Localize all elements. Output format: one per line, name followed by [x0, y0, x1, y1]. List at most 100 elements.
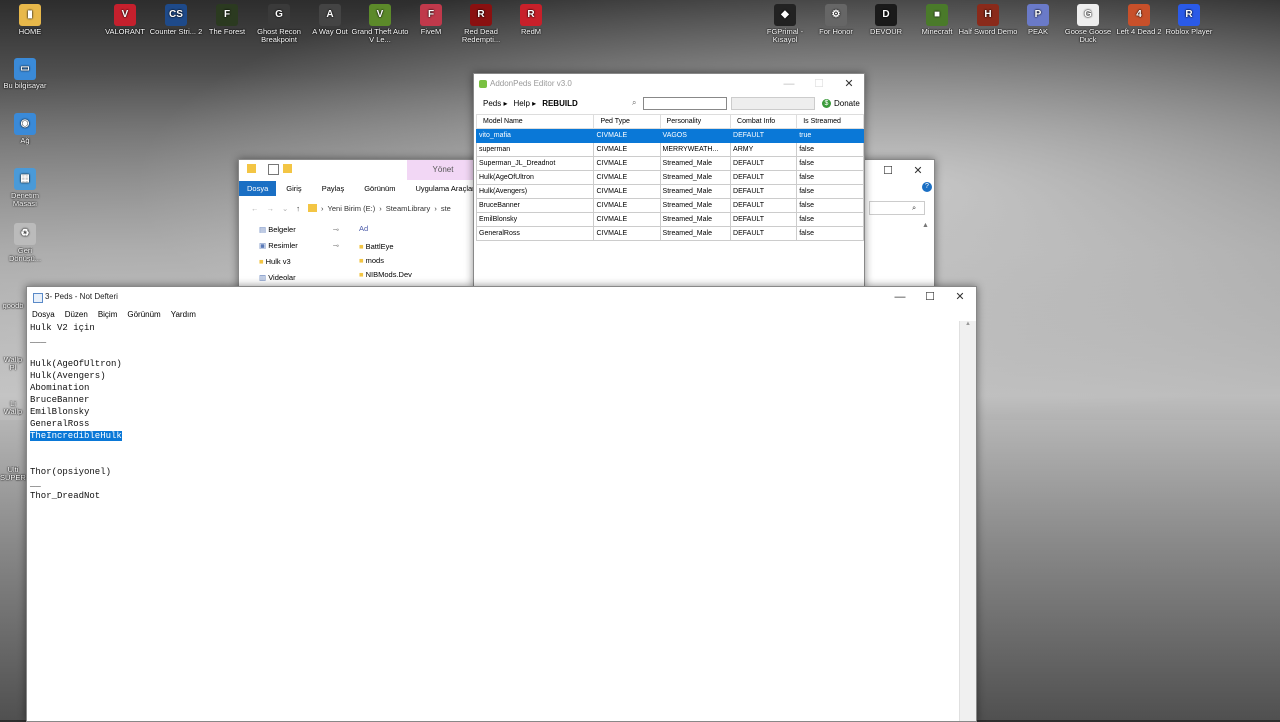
menu-bicim[interactable]: Biçim — [98, 310, 118, 319]
recent-icon[interactable]: ⌄ — [282, 204, 288, 213]
list-item[interactable]: ■ NIBMods.Dev — [359, 268, 412, 282]
desktop-icon-9[interactable]: R RedM — [501, 4, 561, 36]
app-logo-icon — [479, 80, 487, 88]
addonpeds-titlebar[interactable]: AddonPeds Editor v3.0 — ☐ ✕ — [474, 74, 864, 94]
breadcrumb-item-drive[interactable]: Yeni Birim (E:) — [328, 204, 376, 213]
list-item[interactable]: ■ mods — [359, 254, 412, 268]
window-title: AddonPeds Editor v3.0 — [490, 79, 572, 88]
table-cell: DEFAULT — [730, 170, 798, 185]
notepad-titlebar[interactable]: 3- Peds - Not Defteri — ☐ ✕ — [27, 287, 976, 307]
text-editor-area[interactable]: Hulk V2 için ___ Hulk(AgeOfUltron) Hulk(… — [30, 322, 122, 502]
table-row[interactable]: BruceBanner CIVMALE Streamed_Male DEFAULT fa… — [475, 198, 864, 213]
search-input[interactable] — [869, 201, 925, 215]
nav-item-videolar[interactable]: ▥ Videolar — [259, 270, 339, 286]
table-row[interactable]: GeneralRoss CIVMALE Streamed_Male DEFAULT fa… — [475, 226, 864, 241]
menu-yardim[interactable]: Yardım — [171, 310, 196, 319]
table-cell: CIVMALE — [593, 226, 661, 241]
desktop-icon-label: Roblox Player — [1165, 28, 1213, 36]
table-cell: false — [796, 198, 864, 213]
column-header[interactable]: Is Streamed — [796, 114, 864, 129]
ribbon-tab-manage[interactable]: Yönet — [407, 160, 479, 180]
breadcrumb-item-ste[interactable]: ste — [441, 204, 451, 213]
nav-item-hulk-v3[interactable]: ■ Hulk v3 — [259, 254, 339, 270]
list-item[interactable]: ■ BattlEye — [359, 240, 412, 254]
help-icon[interactable]: ? — [922, 182, 932, 192]
scroll-up-icon[interactable]: ▲ — [960, 321, 976, 327]
maximize-icon[interactable]: ☐ — [915, 287, 945, 307]
menu-peds[interactable]: Peds ▸ — [483, 99, 507, 108]
desktop-icon-partial-2[interactable]: Li Wallp — [0, 400, 26, 416]
desktop-icon-right-8[interactable]: R Roblox Player — [1159, 4, 1219, 36]
back-icon[interactable]: ← — [251, 204, 259, 213]
text-content-after: Thor(opsiyonel) __ Thor_DreadNot — [30, 467, 112, 501]
nav-item-belgeler[interactable]: ▤ Belgeler ⊸ — [259, 222, 339, 238]
donate-button[interactable]: Donate — [834, 99, 860, 108]
table-cell: superman — [475, 142, 595, 157]
notepad-menubar: Dosya Düzen Biçim Görünüm Yardım — [27, 307, 976, 321]
desktop-icon-partial-1[interactable]: Wallp Pl — [0, 356, 26, 372]
menu-dosya[interactable]: Dosya — [32, 310, 55, 319]
tab-gorunum[interactable]: Görünüm — [354, 181, 405, 196]
forward-icon[interactable]: → — [267, 204, 275, 213]
column-header[interactable]: Combat Info — [730, 114, 798, 129]
menu-gorunum[interactable]: Görünüm — [127, 310, 160, 319]
properties-icon[interactable] — [268, 164, 279, 175]
desktop-icon-left-2[interactable]: ▦ Denetim Masası — [1, 168, 49, 208]
table-row[interactable]: Hulk(Avengers) CIVMALE Streamed_Male DEFAUL… — [475, 184, 864, 199]
column-header-name[interactable]: Ad — [359, 224, 368, 233]
close-icon[interactable]: ✕ — [945, 287, 975, 307]
breadcrumb-item-steamlibrary[interactable]: SteamLibrary — [386, 204, 431, 213]
up-icon[interactable]: ↑ — [296, 204, 300, 213]
desktop-icon-partial-0[interactable]: goodb — [0, 302, 26, 310]
nav-item-resimler[interactable]: ▣ Resimler ⊸ — [259, 238, 339, 254]
app-icon: D — [875, 4, 897, 26]
desktop-icon-0[interactable]: ▮ HOME — [0, 4, 60, 36]
search-icon: ⌕ — [912, 203, 917, 212]
new-folder-icon[interactable] — [283, 164, 292, 173]
rebuild-button[interactable]: REBUILD — [542, 99, 578, 108]
table-cell: Streamed_Male — [659, 212, 732, 227]
close-icon[interactable]: ✕ — [903, 160, 933, 180]
desktop-icon-partial-3[interactable]: Ulti SUPERI — [0, 466, 26, 482]
column-header[interactable]: Model Name — [475, 114, 595, 129]
app-icon: ▮ — [19, 4, 41, 26]
column-header[interactable]: Ped Type — [593, 114, 661, 129]
table-cell: false — [796, 184, 864, 199]
pin-icon: ⊸ — [332, 225, 339, 234]
tab-giris[interactable]: Giriş — [276, 181, 311, 196]
desktop-icon-left-0[interactable]: ▭ Bu bilgisayar — [1, 58, 49, 90]
app-icon: ▭ — [14, 58, 36, 80]
tab-dosya[interactable]: Dosya — [239, 180, 277, 196]
table-row[interactable]: Superman_JL_Dreadnot CIVMALE Streamed_Male… — [475, 156, 864, 171]
menu-help[interactable]: Help ▸ — [513, 99, 536, 108]
vertical-scrollbar[interactable]: ▲ — [959, 321, 976, 721]
breadcrumb-chevron-icon: › — [379, 203, 382, 213]
desktop-icon-left-1[interactable]: ◉ Ağ — [1, 113, 49, 145]
table-row[interactable]: superman CIVMALE MERRYWEATH... ARMY false — [475, 142, 864, 157]
table-row[interactable]: EmilBlonsky CIVMALE Streamed_Male DEFAULT fa… — [475, 212, 864, 227]
column-header[interactable]: Personality — [659, 114, 732, 129]
minimize-icon[interactable]: — — [774, 74, 804, 94]
table-row[interactable]: vito_mafia CIVMALE VAGOS DEFAULT true — [475, 128, 864, 143]
table-cell: ARMY — [730, 142, 798, 157]
close-icon[interactable]: ✕ — [834, 74, 864, 94]
addonpeds-editor-window: AddonPeds Editor v3.0 — ☐ ✕ Peds ▸ Help … — [473, 73, 865, 289]
desktop-icon-left-3[interactable]: ♻ Geri Dönüşü... — [1, 223, 49, 263]
search-input[interactable] — [643, 97, 727, 110]
maximize-icon[interactable]: ☐ — [804, 74, 834, 94]
addonpeds-menubar: Peds ▸ Help ▸ REBUILD ⌕ $ Donate — [474, 94, 864, 112]
desktop-icon-label: Ulti SUPERI — [0, 466, 26, 482]
text-content-before: Hulk V2 için ___ Hulk(AgeOfUltron) Hulk(… — [30, 323, 122, 429]
menu-duzen[interactable]: Düzen — [65, 310, 88, 319]
filter-input[interactable] — [731, 97, 815, 110]
scrollbar[interactable]: ▲ — [922, 222, 932, 290]
maximize-icon[interactable]: ☐ — [873, 160, 903, 180]
desktop-icon-3[interactable]: F The Forest — [197, 4, 257, 36]
desktop-icon-label: Bu bilgisayar — [3, 82, 47, 90]
table-cell: false — [796, 156, 864, 171]
app-icon: R — [1178, 4, 1200, 26]
table-row[interactable]: Hulk(AgeOfUltron CIVMALE Streamed_Male DEFA… — [475, 170, 864, 185]
minimize-icon[interactable]: — — [885, 287, 915, 307]
app-icon: F — [216, 4, 238, 26]
tab-paylas[interactable]: Paylaş — [312, 181, 355, 196]
